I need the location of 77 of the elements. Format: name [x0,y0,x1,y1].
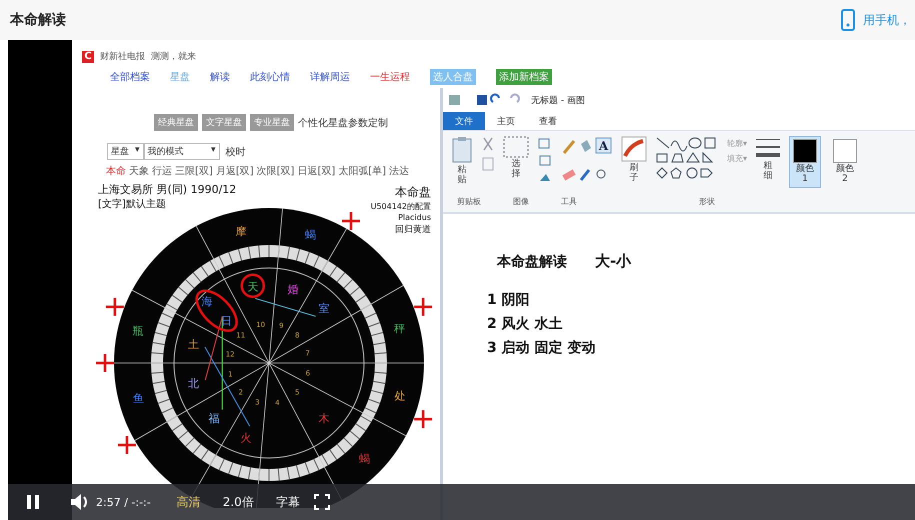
sign-label: 处 [394,390,406,403]
pause-icon[interactable] [26,494,40,510]
canvas-text-line: 3 启动 固定 变动 [487,339,596,357]
dropdown[interactable]: 星盘 ▾ [107,143,144,160]
line-weight-icon[interactable] [755,136,782,160]
selection-icon[interactable] [503,136,529,158]
planet-label: 火 [240,432,252,445]
sign-label: 秤 [394,322,405,336]
chart-tab[interactable]: 天象 [129,164,149,178]
calibrate-link[interactable]: 校时 [226,144,246,158]
color-label: 颜色 2 [835,165,856,185]
canvas-heading: 本命盘解读 [497,253,567,271]
brand-name: 财新社电报 [100,50,145,63]
paste-button[interactable]: 粘贴 [456,166,468,186]
planet-label: 室 [318,302,330,315]
group-label: 图像 [513,196,529,207]
planet-label: 婚 [288,282,299,296]
clipboard-icon[interactable] [451,136,473,164]
chart-name: 本命盘 [395,185,431,199]
planet-label: 木 [318,412,330,426]
time-display: 2:57 / -:-:- [96,496,151,508]
nav-link[interactable]: 一生运程 [370,70,410,84]
select-button[interactable]: 选择 [510,160,522,180]
ribbon-tab[interactable]: 查看 [527,112,569,130]
chart-tab[interactable]: 行运 [152,164,172,178]
planet-label: 天 [247,280,258,294]
volume-icon[interactable] [70,493,90,511]
color-label: 颜色 1 [795,165,816,185]
house-system: Placidus [398,213,431,222]
planet-label: 北 [188,377,200,390]
canvas-text-line: 2 风火 水土 [487,315,564,333]
chart-tab[interactable]: 次限[双] [256,164,294,178]
chart-tab[interactable]: 太阳弧[单] [338,164,386,178]
sign-label: 瓶 [132,324,144,338]
subtitles-button[interactable]: 字幕 [276,494,300,510]
quality-button[interactable]: 高清 [176,494,201,510]
planet-label: 海 [201,294,212,308]
fullscreen-icon[interactable] [314,494,330,510]
tagline: 测测，就来 [151,50,196,63]
sign-label: 鱼 [133,392,144,405]
page-title: 本命解读 [10,11,66,29]
nav-link[interactable]: 详解周运 [310,70,350,84]
settings-link[interactable]: 个性化星盘参数定制 [298,116,388,130]
nav-link[interactable]: 全部档案 [110,70,150,84]
chart-tab[interactable]: 法达 [389,164,410,178]
group-label: 剪贴板 [457,196,481,207]
brush-button[interactable]: 刷子 [628,164,640,184]
group-label: 形状 [699,196,715,207]
sign-label: 蝎 [358,452,370,466]
nav-link[interactable]: 解读 [210,70,230,84]
canvas-subheading: 大-小 [595,252,632,271]
dropdown[interactable]: 我的模式 ▾ [144,143,220,160]
window-title: 无标题 - 画图 [531,94,585,106]
chart-tab[interactable]: 三限[双] [175,164,213,178]
canvas-text-line: 1 阴阳 [487,291,531,309]
ribbon-tab[interactable]: 文件 [443,112,485,130]
chart-tab[interactable]: 日返[双] [297,164,336,178]
ribbon-tab[interactable]: 主页 [485,112,527,130]
color-button[interactable]: 颜色 1 [789,136,822,188]
chart-tab[interactable]: 本命 [106,164,126,178]
planet-label: 福 [208,412,220,426]
brand-logo: C [82,50,94,62]
theme-label: [文字]默认主题 [98,199,166,210]
zodiac-label: 回归黄道 [395,225,431,235]
config-label: U504142的配置 [370,202,431,211]
nav-link[interactable]: 此刻心情 [250,70,290,84]
color-button[interactable]: 颜色 2 [829,136,862,188]
planet-label: 土 [188,338,199,352]
speed-button[interactable]: 2.0倍 [222,494,254,510]
sign-label: 蝎 [305,228,316,242]
chart-tab[interactable]: 月返[双] [216,164,254,178]
person-info: 上海文易所 男(同) 1990/12 [98,183,236,196]
sign-label: 摩 [235,224,246,238]
phone-icon[interactable] [841,9,855,31]
group-label: 工具 [561,196,577,207]
brush-icon[interactable] [621,136,647,162]
size-button[interactable]: 粗细 [762,162,774,182]
